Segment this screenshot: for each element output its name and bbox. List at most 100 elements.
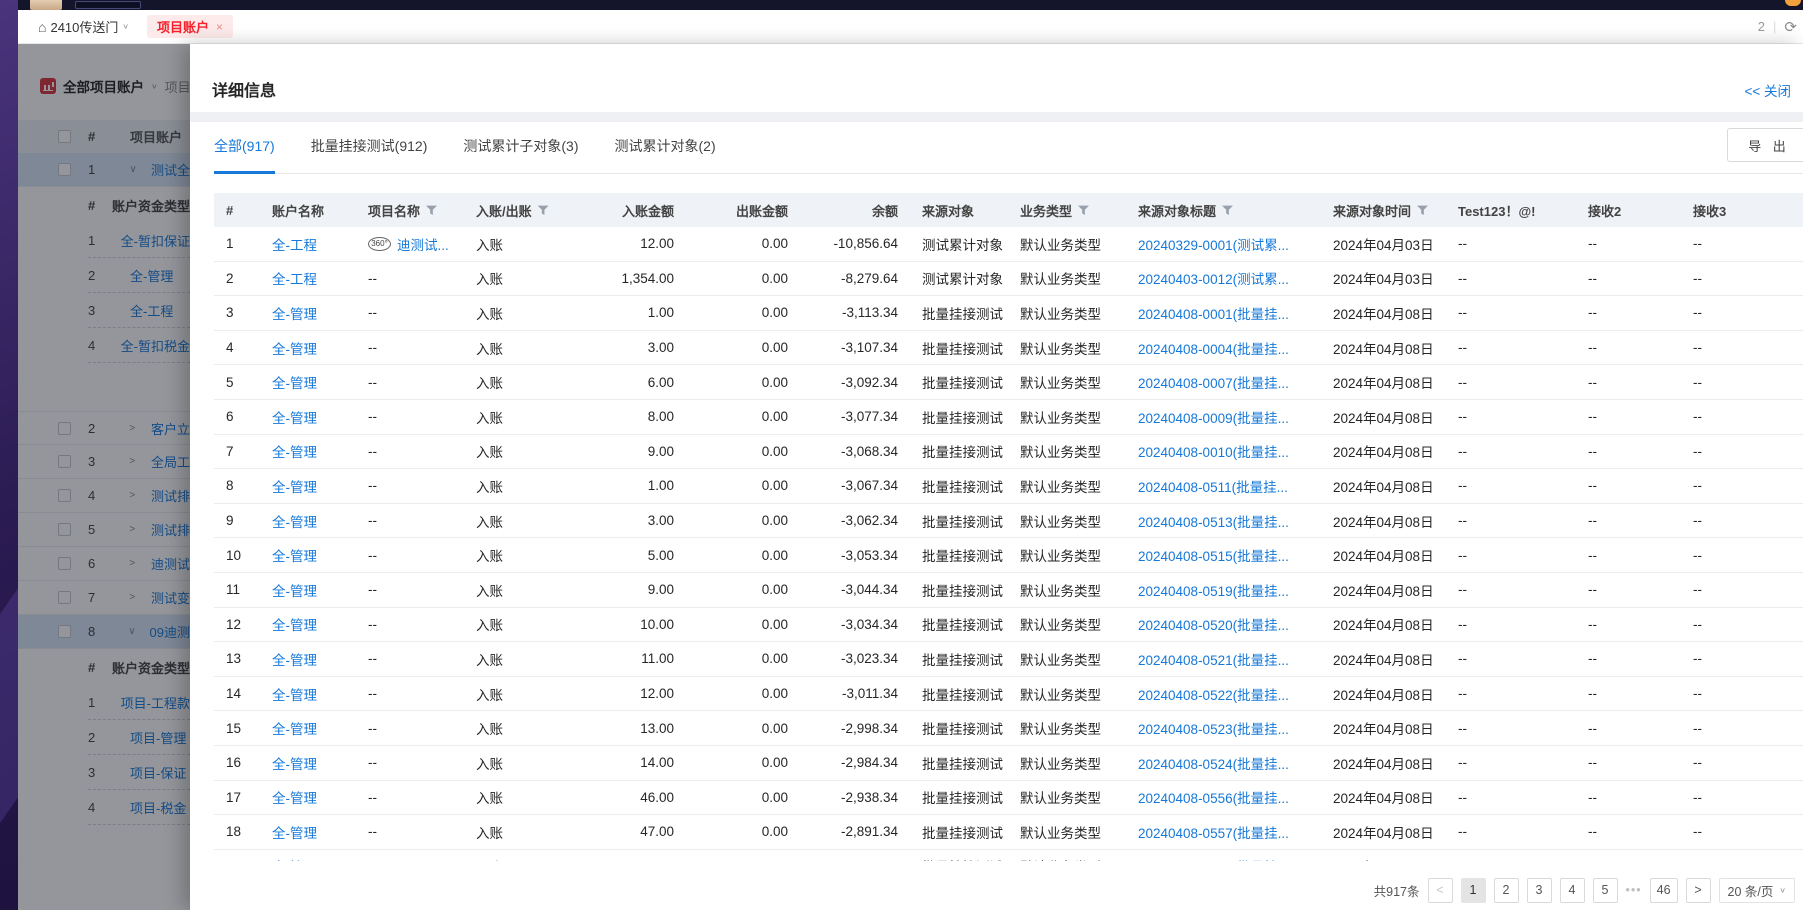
account-name-link[interactable]: 全-管理 — [272, 372, 317, 392]
filter-icon[interactable] — [1222, 205, 1233, 216]
page-button[interactable]: 1 — [1461, 878, 1486, 903]
source-title-link[interactable]: 20240408-0519(批量挂... — [1138, 580, 1289, 600]
account-name-link[interactable]: 全-管理 — [272, 649, 317, 669]
avatar[interactable] — [30, 0, 62, 10]
account-name-link[interactable]: 全-工程 — [272, 268, 317, 288]
drawer-tab[interactable]: 测试累计对象(2) — [615, 136, 716, 174]
page-button[interactable]: 2 — [1494, 878, 1519, 903]
cell-text: 批量挂接测试 — [922, 338, 1003, 358]
home-menu[interactable]: ⌂ 2410传送门 ∨ — [38, 17, 129, 36]
cell-text: 默认业务类型 — [1020, 372, 1101, 392]
drawer-mask[interactable] — [18, 44, 190, 910]
filter-icon[interactable] — [1417, 205, 1428, 216]
page-button[interactable]: 3 — [1527, 878, 1552, 903]
page-ellipsis[interactable]: ••• — [1626, 883, 1642, 897]
project-360-icon[interactable]: 360° — [368, 237, 391, 251]
account-name-link[interactable]: 全-管理 — [272, 407, 317, 427]
source-title-link[interactable]: 20240408-0520(批量挂... — [1138, 614, 1289, 634]
source-title-link[interactable]: 20240408-0004(批量挂... — [1138, 338, 1289, 358]
account-name-link[interactable]: 全-管理 — [272, 787, 317, 807]
account-name-link[interactable]: 全-管理 — [272, 511, 317, 531]
page-size-label: 20 条/页 — [1728, 881, 1774, 900]
cell-text: 0.00 — [762, 686, 788, 701]
cell-inAmount: 1,354.00 — [568, 271, 686, 286]
source-title-link[interactable]: 20240403-0012(测试累... — [1138, 268, 1289, 288]
filter-icon[interactable] — [426, 205, 437, 216]
source-title-link[interactable]: 20240408-0557(批量挂... — [1138, 822, 1289, 842]
column-header-outAmount: 出账金额 — [686, 201, 800, 220]
source-title-link[interactable]: 20240408-0523(批量挂... — [1138, 718, 1289, 738]
account-name-link[interactable]: 全-管理 — [272, 684, 317, 704]
cell-text: 2024年04月08日 — [1333, 441, 1434, 461]
refresh-icon[interactable]: ⟳ — [1784, 18, 1797, 36]
page-size-select[interactable]: 20 条/页∨ — [1719, 878, 1795, 903]
cell-account: 全-管理 — [260, 822, 356, 842]
source-title-link[interactable]: 20240408-0010(批量挂... — [1138, 441, 1289, 461]
cell-project: -- — [356, 755, 464, 770]
cell-text: -3,092.34 — [841, 375, 898, 390]
drawer-tab[interactable]: 全部(917) — [214, 136, 275, 174]
source-title-link[interactable]: 20240408-0009(批量挂... — [1138, 407, 1289, 427]
cell-text: -- — [1693, 721, 1702, 736]
cell-text: -- — [368, 271, 377, 286]
cell-text: 2024年04月08日 — [1333, 303, 1434, 323]
cell-text: -- — [368, 340, 377, 355]
source-title-link[interactable]: 20240408-0524(批量挂... — [1138, 753, 1289, 773]
filter-icon[interactable] — [1078, 205, 1089, 216]
cell-text: -- — [368, 582, 377, 597]
cell-source: 批量挂接测试 — [910, 372, 1008, 392]
drawer-close-link[interactable]: << 关闭 — [1744, 80, 1791, 100]
source-title-link[interactable]: 20240408-0515(批量挂... — [1138, 545, 1289, 565]
account-name-link[interactable]: 全-工程 — [272, 234, 317, 254]
column-header-project: 项目名称 — [356, 201, 464, 220]
account-name-link[interactable]: 全-管理 — [272, 580, 317, 600]
tab-project-account[interactable]: 项目账户 × — [147, 15, 233, 38]
account-name-link[interactable]: 全-管理 — [272, 338, 317, 358]
source-title-link[interactable]: 20240408-0511(批量挂... — [1138, 476, 1288, 496]
cell-idx: 14 — [214, 686, 260, 701]
cell-text: 入账 — [476, 441, 503, 461]
cell-text: 18 — [226, 824, 241, 839]
topbar-search-input[interactable] — [75, 1, 141, 9]
account-name-link[interactable]: 全-管理 — [272, 856, 317, 861]
account-name-link[interactable]: 全-管理 — [272, 545, 317, 565]
cell-text: -- — [1588, 236, 1597, 251]
source-title-link[interactable]: 20240408-0001(批量挂... — [1138, 303, 1289, 323]
page-button[interactable]: 46 — [1650, 878, 1678, 903]
account-name-link[interactable]: 全-管理 — [272, 822, 317, 842]
source-title-link[interactable]: 20240408-0556(批量挂... — [1138, 787, 1289, 807]
source-title-link[interactable]: 20240408-0513(批量挂... — [1138, 511, 1289, 531]
source-title-link[interactable]: 20240408-0007(批量挂... — [1138, 372, 1289, 392]
account-name-link[interactable]: 全-管理 — [272, 718, 317, 738]
cell-text: 入账 — [476, 407, 503, 427]
source-title-link[interactable]: 20240408-0522(批量挂... — [1138, 684, 1289, 704]
cell-text: -- — [368, 478, 377, 493]
cell-text: 2024年04月03日 — [1333, 268, 1434, 288]
source-title-link[interactable]: 20240329-0001(测试累... — [1138, 234, 1289, 254]
page-button[interactable]: 5 — [1593, 878, 1618, 903]
cell-test123: -- — [1446, 617, 1576, 632]
account-name-link[interactable]: 全-管理 — [272, 303, 317, 323]
close-tab-icon[interactable]: × — [216, 20, 223, 34]
project-name-link[interactable]: 迪测试... — [397, 234, 449, 254]
account-name-link[interactable]: 全-管理 — [272, 441, 317, 461]
cell-direction: 入账 — [464, 753, 568, 773]
account-name-link[interactable]: 全-管理 — [272, 476, 317, 496]
cell-sourceTime: 2024年04月08日 — [1321, 787, 1446, 807]
next-page-button[interactable]: > — [1686, 878, 1711, 903]
account-name-link[interactable]: 全-管理 — [272, 614, 317, 634]
cell-recv3: -- — [1681, 790, 1803, 805]
cell-text: 17 — [226, 790, 241, 805]
drawer-tab[interactable]: 测试累计子对象(3) — [463, 136, 578, 174]
cell-text: -- — [1458, 859, 1467, 861]
account-name-link[interactable]: 全-管理 — [272, 753, 317, 773]
filter-icon[interactable] — [538, 205, 549, 216]
prev-page-button[interactable]: < — [1428, 878, 1453, 903]
column-header-test123: Test123！@! — [1446, 201, 1576, 220]
source-title-link[interactable]: 20240408-0558(批量挂... — [1138, 856, 1289, 861]
source-title-link[interactable]: 20240408-0521(批量挂... — [1138, 649, 1289, 669]
drawer-tab[interactable]: 批量挂接测试(912) — [311, 136, 428, 174]
export-button[interactable]: 导 出 — [1727, 128, 1803, 162]
detail-drawer: 详细信息 << 关闭 全部(917)批量挂接测试(912)测试累计子对象(3)测… — [190, 44, 1803, 910]
page-button[interactable]: 4 — [1560, 878, 1585, 903]
